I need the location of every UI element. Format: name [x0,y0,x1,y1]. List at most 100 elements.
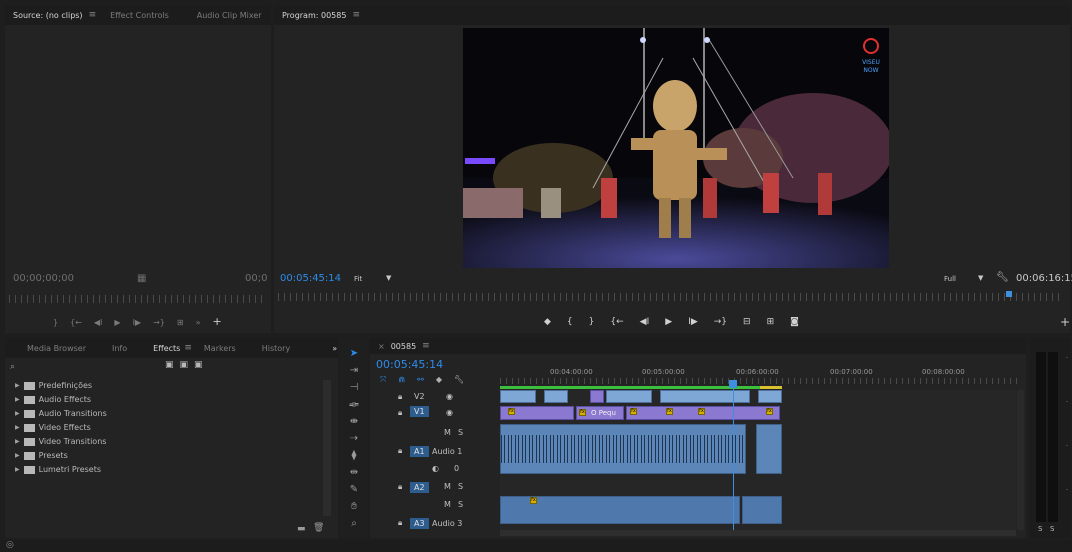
expand-triangle-icon[interactable]: ▶ [15,452,20,459]
timeline-timecode[interactable]: 00:05:45:14 [376,358,443,371]
program-ruler[interactable] [278,293,1064,301]
step-back-icon[interactable]: ◀I [94,318,103,328]
selection-tool-icon[interactable]: ➤ [346,346,362,362]
meter-solo-right[interactable]: S [1050,525,1054,533]
expand-triangle-icon[interactable]: ▶ [15,410,20,417]
delete-trash-icon[interactable]: 🗑︎ [313,523,324,533]
mark-in-icon[interactable]: { [567,317,573,327]
a1-clip[interactable] [500,424,746,474]
accelerated-effects-icon[interactable]: ▣ [165,360,174,370]
playhead-handle[interactable] [729,380,737,388]
quality-chevron-down-icon[interactable]: ▼ [978,274,983,282]
track-label-v2[interactable]: V2 [414,392,425,401]
a3-clip[interactable] [742,496,782,524]
export-frame-camera-icon[interactable]: ◙ [790,317,799,327]
source-grid-icon[interactable]: ▦ [137,273,146,284]
pen-tool-icon[interactable]: ✎ [346,482,362,498]
track-label-v1[interactable]: V1 [410,406,429,417]
effects-item-video-transitions[interactable]: ▶ Video Transitions [15,437,106,446]
program-video-frame[interactable]: VISEU NOW [463,28,889,268]
v2-clip[interactable] [590,390,604,403]
effects-item-lumetri-presets[interactable]: ▶ Lumetri Presets [15,465,101,474]
solo-icon[interactable]: S [458,428,463,437]
tab-history[interactable]: History [262,344,290,353]
fit-chevron-down-icon[interactable]: ▼ [386,274,391,282]
source-menu-icon[interactable]: ≡ [89,10,97,20]
program-timecode[interactable]: 00:05:45:14 [280,273,341,284]
program-playhead-marker[interactable] [1006,291,1012,297]
v2-clip[interactable] [660,390,750,403]
effects-item-audio-effects[interactable]: ▶ Audio Effects [15,395,91,404]
rate-stretch-tool-icon[interactable]: ⇼ [346,414,362,430]
effects-item-presets[interactable]: ▶ Presets [15,451,68,460]
tab-sequence[interactable]: 00585 [391,342,416,351]
quality-dropdown[interactable]: Full [944,275,956,283]
lock-icon[interactable]: 🔒︎ [398,518,402,528]
step-back-icon[interactable]: ◀I [640,317,650,327]
volume-knob-icon[interactable]: ◐ [432,464,439,473]
v1-clip[interactable]: fx O Pequ [576,406,624,420]
tab-effects[interactable]: Effects [153,344,180,353]
play-icon[interactable]: ▶ [114,318,120,328]
lock-icon[interactable]: 🔒︎ [398,408,402,418]
timeline-settings-wrench-icon[interactable]: 🔧︎ [454,375,464,385]
solo-icon[interactable]: S [458,500,463,509]
linked-selection-icon[interactable]: ⚯ [417,375,424,385]
effects-scrollbar[interactable] [323,380,331,516]
insert-icon[interactable]: ⊞ [177,318,184,328]
tab-audio-clip-mixer[interactable]: Audio Clip Mixer [197,11,262,20]
work-area-bar[interactable] [500,386,782,389]
lock-icon[interactable]: 🔒︎ [398,482,402,492]
goto-out-icon[interactable]: →} [153,318,165,328]
overflow-icon[interactable]: » [196,318,201,328]
32bit-effects-icon[interactable]: ▣ [180,360,189,370]
lock-icon[interactable]: 🔒︎ [398,446,402,456]
zoom-tool-icon[interactable]: ⌕ [346,516,362,532]
v2-clip[interactable] [758,390,782,403]
status-eye-icon[interactable]: ◎ [6,540,14,550]
track-label-a1[interactable]: A1 [410,446,429,457]
tab-effect-controls[interactable]: Effect Controls [110,11,169,20]
step-forward-icon[interactable]: I▶ [133,318,142,328]
add-marker-icon[interactable]: ◆ [544,317,551,327]
timeline-horizontal-scrollbar[interactable] [500,530,1016,536]
expand-triangle-icon[interactable]: ▶ [15,396,20,403]
source-ruler[interactable] [9,295,267,303]
add-marker-icon[interactable]: ◆ [436,375,442,385]
track-select-tool-icon[interactable]: ⇥ [346,363,362,379]
timeline-vertical-scrollbar[interactable] [1017,390,1024,530]
a1-clip[interactable] [756,424,782,474]
slip-tool-icon[interactable]: ⧫ [346,448,362,464]
tab-program[interactable]: Program: 00585 [282,11,346,20]
mark-out-icon[interactable]: } [589,317,595,327]
volume-value[interactable]: 0 [454,464,459,473]
extract-icon[interactable]: ⊞ [767,317,775,327]
goto-out-icon[interactable]: →} [714,317,727,327]
rolling-edit-tool-icon[interactable]: ⟚ [346,397,362,413]
hand-tool-icon[interactable]: ✋︎ [346,499,362,515]
fit-dropdown[interactable]: Fit [354,275,362,283]
new-bin-folder-icon[interactable]: ▬ [297,524,306,534]
meter-solo-left[interactable]: S [1038,525,1042,533]
program-add-button-icon[interactable]: + [1060,315,1070,329]
solo-icon[interactable]: S [458,482,463,491]
ripple-edit-tool-icon[interactable]: ⊣ [346,380,362,396]
expand-triangle-icon[interactable]: ▶ [15,438,20,445]
goto-in-icon[interactable]: {← [70,318,82,328]
v2-clip[interactable] [544,390,568,403]
tab-source[interactable]: Source: (no clips) [13,11,83,20]
tab-markers[interactable]: Markers [204,344,236,353]
step-forward-icon[interactable]: I▶ [688,317,698,327]
settings-wrench-icon[interactable]: 🔧︎ [996,272,1009,283]
mark-out-icon[interactable]: } [53,318,58,328]
eye-visibility-icon[interactable]: ◉ [446,392,453,401]
effects-menu-icon[interactable]: ≡ [184,343,192,353]
track-label-a2[interactable]: A2 [410,482,429,493]
slide-tool-icon[interactable]: ⇹ [346,465,362,481]
expand-triangle-icon[interactable]: ▶ [15,466,20,473]
source-timecode[interactable]: 00;00;00;00 [13,273,74,284]
add-button-icon[interactable]: + [212,315,221,328]
v2-clip[interactable] [606,390,652,403]
snap-magnet-icon[interactable]: ⋒ [398,375,405,385]
play-icon[interactable]: ▶ [665,317,672,327]
